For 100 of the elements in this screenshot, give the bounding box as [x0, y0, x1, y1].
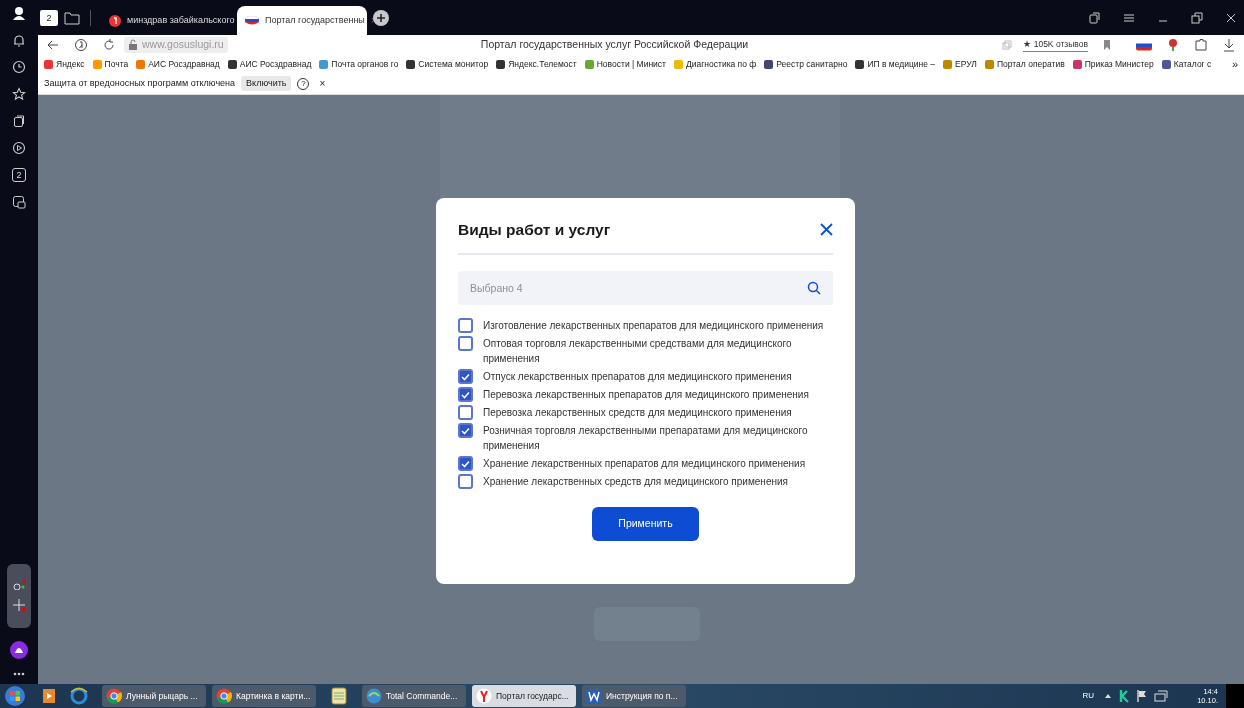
option-label: Хранение лекарственных препаратов для медицинского применения: [483, 457, 807, 472]
taskbar-button[interactable]: Картинка в карти...: [212, 685, 316, 707]
site-icon: [764, 59, 774, 69]
bookmark-item[interactable]: Приказ Министер: [1072, 57, 1154, 71]
new-tab-icon[interactable]: [373, 9, 389, 26]
star-icon[interactable]: [12, 87, 26, 101]
taskbar-button[interactable]: Лунный рыцарь ...: [102, 685, 206, 707]
tab-label: Портал государственны: [265, 13, 365, 27]
bookmark-item[interactable]: Диагностика по ф: [674, 57, 757, 71]
site-icon: [496, 59, 506, 69]
document-app-icon: [586, 688, 602, 704]
reviews-link[interactable]: ★ 105K отзывов: [1023, 38, 1088, 52]
screenshot-icon[interactable]: [12, 195, 26, 209]
lock-icon: [128, 39, 138, 51]
checkbox[interactable]: [458, 405, 473, 421]
close-icon[interactable]: [820, 223, 833, 237]
restore-icon[interactable]: [1190, 10, 1204, 25]
bookmark-item[interactable]: Реестр санитарно: [764, 57, 848, 71]
enable-button[interactable]: Включить: [241, 76, 292, 91]
search-icon[interactable]: [807, 281, 821, 296]
new-folder-icon[interactable]: [64, 9, 80, 26]
app-icon: [106, 688, 122, 704]
checkbox[interactable]: [458, 336, 473, 352]
play-icon[interactable]: [12, 141, 26, 155]
russian-flag-icon: [245, 15, 259, 26]
checkbox[interactable]: [458, 456, 473, 472]
bookmark-item[interactable]: АИС Росздравнад: [227, 57, 312, 71]
counter-icon[interactable]: 2: [12, 168, 26, 182]
yandex-icon[interactable]: [74, 38, 88, 52]
flower-icon[interactable]: [1166, 38, 1180, 52]
bookmark-item[interactable]: Система монитор: [406, 57, 489, 71]
back-icon[interactable]: [46, 38, 60, 52]
download-icon[interactable]: [1222, 38, 1236, 52]
plus-icon[interactable]: [12, 598, 26, 612]
site-icon: [136, 59, 146, 69]
option-label: Изготовление лекарственных препаратов для медицинского применения: [483, 319, 825, 334]
reload-icon[interactable]: [102, 38, 116, 52]
site-icon: [855, 59, 865, 69]
network-icon[interactable]: [1154, 690, 1168, 702]
bell-icon[interactable]: [12, 33, 26, 47]
checkbox[interactable]: [458, 423, 473, 439]
start-button-icon[interactable]: [4, 685, 26, 707]
collections-icon[interactable]: [12, 114, 26, 128]
antivirus-icon[interactable]: [1118, 689, 1130, 703]
site-icon: [227, 59, 237, 69]
option-label: Отпуск лекарственных препаратов для медицинского применения: [483, 370, 793, 385]
option-label: Оптовая торговля лекарственными средствами для медицинского применения: [483, 337, 793, 367]
bookmark-item[interactable]: Яндекс: [44, 57, 85, 71]
checkbox[interactable]: [458, 387, 473, 403]
app-icon: [476, 688, 492, 704]
bookmark-item[interactable]: Каталог с: [1161, 57, 1212, 71]
bookmark-item[interactable]: ЕРУЛ: [943, 57, 977, 71]
profile-icon[interactable]: [12, 6, 26, 20]
bookmark-icon[interactable]: [1102, 39, 1112, 51]
flag-icon[interactable]: [1136, 689, 1148, 703]
toggle-icon[interactable]: [12, 580, 26, 590]
checkbox[interactable]: [458, 474, 473, 490]
checkbox[interactable]: [458, 318, 473, 334]
clock-icon[interactable]: [12, 60, 26, 74]
site-icon: [319, 59, 329, 69]
site-icon: [92, 59, 102, 69]
apply-button[interactable]: Применить: [592, 507, 699, 542]
internet-explorer-icon[interactable]: [70, 687, 88, 705]
dialog-title: Виды работ и услуг: [458, 220, 611, 240]
protection-warning: Защита от вредоносных программ отключена: [44, 76, 236, 90]
site-icon: [1072, 59, 1082, 69]
notepad-icon[interactable]: [330, 686, 348, 706]
check-icon: [461, 459, 470, 468]
site-icon: [406, 59, 416, 69]
option-label: Розничная торговля лекарственными препаратами для медицинского применения: [483, 424, 809, 454]
taskbar-button[interactable]: Инструкция по п...: [582, 685, 686, 707]
tabs-icon[interactable]: [1088, 10, 1102, 25]
bookmark-item[interactable]: АИС Росздравнад: [136, 57, 220, 71]
media-player-icon[interactable]: [42, 688, 56, 704]
checkbox[interactable]: [458, 369, 473, 385]
taskbar-button[interactable]: Портал государс...: [472, 685, 576, 707]
option-label: Хранение лекарственных средств для медицинского применения: [483, 475, 789, 490]
app-icon: [366, 688, 382, 704]
bookmark-item[interactable]: Новости | Минист: [584, 57, 666, 71]
extension-icon[interactable]: [1194, 38, 1208, 52]
close-button[interactable]: ×: [319, 76, 326, 91]
site-icon: [1161, 59, 1171, 69]
bookmark-item[interactable]: ИП в медицине –: [855, 57, 936, 71]
taskbar-button[interactable]: Total Commande...: [362, 685, 466, 707]
site-icon: [44, 59, 53, 69]
bookmark-item[interactable]: Почта: [92, 57, 129, 71]
more-bookmarks-button[interactable]: »: [1231, 55, 1238, 73]
language-indicator[interactable]: RU: [1082, 690, 1094, 702]
site-icon: [984, 59, 994, 69]
option-label: Перевозка лекарственных средств для медицинского применения: [483, 406, 793, 421]
bookmark-item[interactable]: Яндекс.Телемост: [496, 57, 577, 71]
assistant-icon[interactable]: [10, 641, 28, 659]
site-icon: [674, 59, 683, 69]
more-icon[interactable]: [13, 672, 25, 676]
tray-arrow-icon[interactable]: [1104, 692, 1112, 700]
bookmark-item[interactable]: Почта органов го: [319, 57, 399, 71]
search-field[interactable]: Выбрано 4: [458, 271, 833, 306]
home-tab-icon[interactable]: 2: [40, 9, 58, 26]
bookmark-item[interactable]: Портал оператив: [984, 57, 1065, 71]
option-label: Перевозка лекарственных препаратов для медицинского применения: [483, 388, 810, 403]
